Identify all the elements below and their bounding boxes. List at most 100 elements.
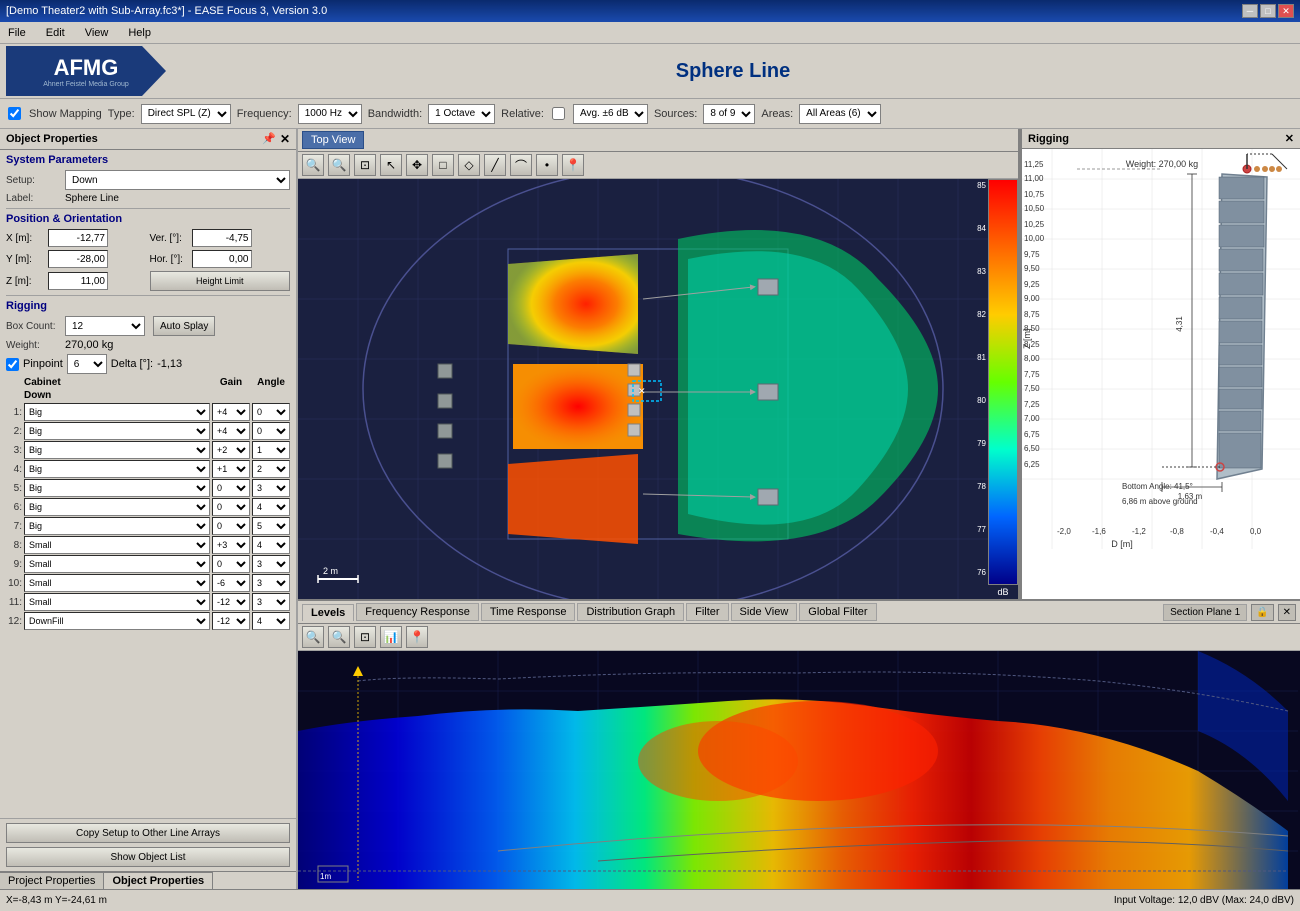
select-button[interactable]: ↖ xyxy=(380,154,402,176)
angle-select-8[interactable]: 4 xyxy=(252,536,290,554)
gain-select-10[interactable]: -6 xyxy=(212,574,250,592)
menu-file[interactable]: File xyxy=(4,25,30,41)
pinpoint-checkbox[interactable] xyxy=(6,358,19,371)
gain-select-2[interactable]: +4 xyxy=(212,422,250,440)
cabinet-select-7[interactable]: Big xyxy=(24,517,210,535)
top-view-tab[interactable]: Top View xyxy=(302,131,364,149)
menu-edit[interactable]: Edit xyxy=(42,25,69,41)
cabinet-select-1[interactable]: Big xyxy=(24,403,210,421)
zoom-out-button[interactable]: 🔍 xyxy=(328,154,350,176)
view-toolbar: 🔍 🔍 ⊡ ↖ ✥ □ ◇ ╱ ⌒ • 📍 xyxy=(298,152,1018,179)
areas-select[interactable]: All Areas (6) xyxy=(799,104,881,124)
frequency-select[interactable]: 1000 Hz xyxy=(298,104,362,124)
rigging-close-icon[interactable]: ✕ xyxy=(1285,132,1294,145)
dot-button[interactable]: • xyxy=(536,154,558,176)
pin-icon[interactable]: 📌 xyxy=(262,132,276,146)
copy-setup-button[interactable]: Copy Setup to Other Line Arrays xyxy=(6,823,290,843)
tab-levels[interactable]: Levels xyxy=(302,604,354,621)
relative-checkbox[interactable] xyxy=(552,107,565,120)
angle-select-12[interactable]: 4 xyxy=(252,612,290,630)
z-input[interactable] xyxy=(48,272,108,290)
gain-select-7[interactable]: 0 xyxy=(212,517,250,535)
gain-select-3[interactable]: +2 xyxy=(212,441,250,459)
bottom-pin[interactable]: 📍 xyxy=(406,626,428,648)
bottom-chart[interactable]: 📊 xyxy=(380,626,402,648)
ver-input[interactable] xyxy=(192,229,252,247)
fit-button[interactable]: ⊡ xyxy=(354,154,376,176)
zoom-in-button[interactable]: 🔍 xyxy=(302,154,324,176)
gain-select-6[interactable]: 0 xyxy=(212,498,250,516)
box-count-select[interactable]: 12 xyxy=(65,316,145,336)
type-select[interactable]: Direct SPL (Z) xyxy=(141,104,231,124)
bandwidth-select[interactable]: 1 Octave xyxy=(428,104,495,124)
gain-select-8[interactable]: +3 xyxy=(212,536,250,554)
bottom-close-icon[interactable]: ✕ xyxy=(1278,604,1296,621)
gain-select-11[interactable]: -12 xyxy=(212,593,250,611)
view-canvas[interactable]: ✕ 2 m dB xyxy=(298,179,1018,599)
gain-select-5[interactable]: 0 xyxy=(212,479,250,497)
cabinet-select-6[interactable]: Big xyxy=(24,498,210,516)
cabinet-select-10[interactable]: Small xyxy=(24,574,210,592)
gain-select-9[interactable]: 0 xyxy=(212,555,250,573)
y-input[interactable] xyxy=(48,250,108,268)
pin-button[interactable]: 📍 xyxy=(562,154,584,176)
tab-side-view[interactable]: Side View xyxy=(731,603,798,621)
tab-frequency[interactable]: Frequency Response xyxy=(356,603,479,621)
gain-select-4[interactable]: +1 xyxy=(212,460,250,478)
cabinet-select-9[interactable]: Small xyxy=(24,555,210,573)
pinpoint-select[interactable]: 6 xyxy=(67,354,107,374)
minimize-button[interactable]: ─ xyxy=(1242,4,1258,18)
object-props-tab[interactable]: Object Properties xyxy=(104,872,213,889)
cabinet-select-3[interactable]: Big xyxy=(24,441,210,459)
bottom-content[interactable]: 1m xyxy=(298,651,1300,889)
tab-global-filter[interactable]: Global Filter xyxy=(799,603,876,621)
angle-select-5[interactable]: 3 xyxy=(252,479,290,497)
show-list-button[interactable]: Show Object List xyxy=(6,847,290,867)
close-button[interactable]: ✕ xyxy=(1278,4,1294,18)
bottom-zoom-in[interactable]: 🔍 xyxy=(302,626,324,648)
arc-button[interactable]: ⌒ xyxy=(510,154,532,176)
angle-select-10[interactable]: 3 xyxy=(252,574,290,592)
angle-select-4[interactable]: 2 xyxy=(252,460,290,478)
avg-select[interactable]: Avg. ±6 dB xyxy=(573,104,648,124)
rect-button[interactable]: □ xyxy=(432,154,454,176)
angle-select-6[interactable]: 4 xyxy=(252,498,290,516)
cabinet-select-5[interactable]: Big xyxy=(24,479,210,497)
x-input[interactable] xyxy=(48,229,108,247)
bottom-zoom-out[interactable]: 🔍 xyxy=(328,626,350,648)
poly-button[interactable]: ◇ xyxy=(458,154,480,176)
angle-select-2[interactable]: 0 xyxy=(252,422,290,440)
auto-splay-button[interactable]: Auto Splay xyxy=(153,316,215,336)
cabinet-row-3: 3: Big +2 1 xyxy=(6,441,290,459)
angle-select-9[interactable]: 3 xyxy=(252,555,290,573)
bottom-fit[interactable]: ⊡ xyxy=(354,626,376,648)
cabinet-select-12[interactable]: DownFill xyxy=(24,612,210,630)
cabinet-select-8[interactable]: Small xyxy=(24,536,210,554)
line-button[interactable]: ╱ xyxy=(484,154,506,176)
tab-time[interactable]: Time Response xyxy=(481,603,576,621)
cabinet-select-2[interactable]: Big xyxy=(24,422,210,440)
project-props-tab[interactable]: Project Properties xyxy=(0,872,104,889)
angle-select-3[interactable]: 1 xyxy=(252,441,290,459)
gain-select-12[interactable]: -12 xyxy=(212,612,250,630)
tab-filter[interactable]: Filter xyxy=(686,603,728,621)
move-button[interactable]: ✥ xyxy=(406,154,428,176)
hor-input[interactable] xyxy=(192,250,252,268)
angle-select-11[interactable]: 3 xyxy=(252,593,290,611)
panel-close-icon[interactable]: ✕ xyxy=(280,132,290,146)
setup-select[interactable]: Down xyxy=(65,170,290,190)
cabinet-select-4[interactable]: Big xyxy=(24,460,210,478)
angle-select-1[interactable]: 0 xyxy=(252,403,290,421)
height-limit-button[interactable]: Height Limit xyxy=(150,271,291,291)
menu-help[interactable]: Help xyxy=(124,25,155,41)
cabinet-select-11[interactable]: Small xyxy=(24,593,210,611)
mapping-checkbox[interactable] xyxy=(8,107,21,120)
sources-select[interactable]: 8 of 9 xyxy=(703,104,755,124)
section-plane-lock[interactable]: 🔒 xyxy=(1251,604,1273,621)
maximize-button[interactable]: □ xyxy=(1260,4,1276,18)
menu-view[interactable]: View xyxy=(81,25,113,41)
angle-select-7[interactable]: 5 xyxy=(252,517,290,535)
ver-field: Ver. [°]: xyxy=(150,229,291,247)
tab-distribution[interactable]: Distribution Graph xyxy=(577,603,684,621)
gain-select-1[interactable]: +4 xyxy=(212,403,250,421)
